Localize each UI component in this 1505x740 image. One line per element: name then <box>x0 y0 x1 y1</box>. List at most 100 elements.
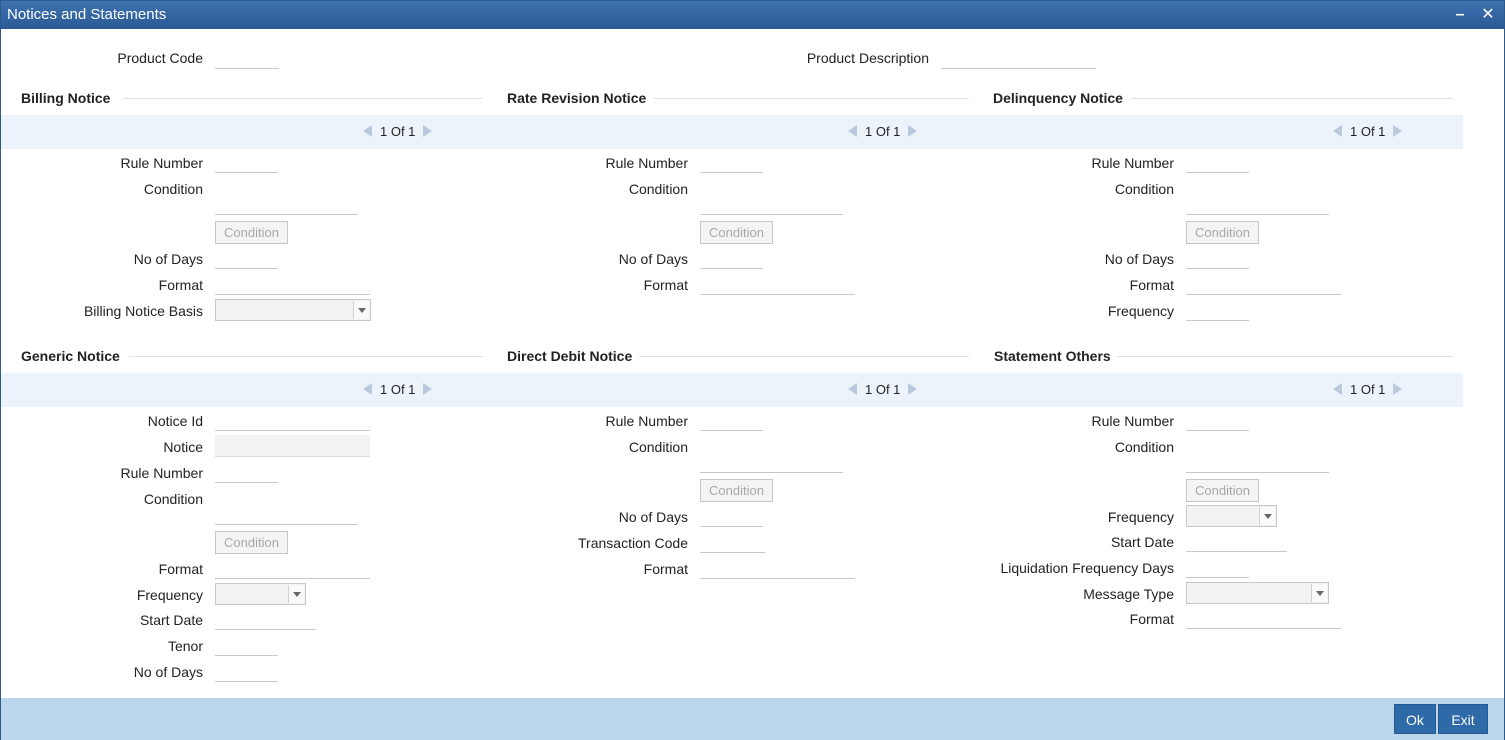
rate-condition-field[interactable] <box>700 193 843 215</box>
prev-record-icon[interactable] <box>363 383 372 395</box>
rate-condition-label: Condition <box>628 181 688 197</box>
billing-no-of-days-field[interactable] <box>215 247 278 269</box>
rate-condition-button[interactable]: Condition <box>700 221 773 244</box>
generic-format-field[interactable] <box>215 557 370 579</box>
dd-transaction-code-field[interactable] <box>700 531 765 553</box>
so-frequency-label: Frequency <box>1107 509 1174 525</box>
billing-notice-basis-label: Billing Notice Basis <box>83 303 203 319</box>
chevron-down-icon[interactable] <box>288 585 304 603</box>
billing-condition-label: Condition <box>143 181 203 197</box>
generic-format-label: Format <box>158 561 203 577</box>
next-record-icon[interactable] <box>423 383 433 395</box>
product-code-field[interactable] <box>215 47 279 69</box>
generic-condition-button[interactable]: Condition <box>215 531 288 554</box>
next-record-icon[interactable] <box>908 383 918 395</box>
delinquency-frequency-field[interactable] <box>1186 299 1249 321</box>
next-record-icon[interactable] <box>908 125 918 137</box>
generic-notice-id-field[interactable] <box>215 409 370 431</box>
chevron-down-icon[interactable] <box>1311 584 1327 602</box>
close-icon[interactable]: ✕ <box>1477 4 1499 26</box>
chevron-down-icon[interactable] <box>353 301 369 319</box>
dd-no-of-days-field[interactable] <box>700 505 763 527</box>
chevron-down-icon[interactable] <box>1259 507 1275 525</box>
next-record-icon[interactable] <box>1393 125 1403 137</box>
delinquency-no-of-days-field[interactable] <box>1186 247 1249 269</box>
billing-format-field[interactable] <box>215 273 370 295</box>
product-description-field[interactable] <box>942 47 1096 69</box>
generic-tenor-field[interactable] <box>215 634 278 656</box>
notices-window: Notices and Statements – ✕ Product Code … <box>0 0 1505 740</box>
generic-condition-field[interactable] <box>215 503 358 525</box>
footer-bar: Ok Exit <box>1 698 1504 740</box>
so-liquidation-frequency-field[interactable] <box>1186 556 1249 578</box>
rate-format-label: Format <box>643 277 688 293</box>
billing-notice-basis-select[interactable] <box>215 299 371 321</box>
rate-revision-pager[interactable]: 1 Of 1 <box>848 115 918 149</box>
prev-record-icon[interactable] <box>363 125 372 137</box>
rate-revision-heading: Rate Revision Notice <box>507 90 647 106</box>
so-condition-button[interactable]: Condition <box>1186 479 1259 502</box>
so-format-field[interactable] <box>1186 607 1341 629</box>
billing-pager[interactable]: 1 Of 1 <box>363 115 433 149</box>
generic-notice-heading: Generic Notice <box>21 348 120 364</box>
generic-rule-number-label: Rule Number <box>120 465 203 481</box>
so-message-type-label: Message Type <box>1083 586 1174 602</box>
rate-no-of-days-field[interactable] <box>700 247 763 269</box>
dd-condition-button[interactable]: Condition <box>700 479 773 502</box>
prev-record-icon[interactable] <box>848 383 857 395</box>
dd-transaction-code-label: Transaction Code <box>578 535 688 551</box>
exit-button[interactable]: Exit <box>1438 704 1488 734</box>
generic-notice-label: Notice <box>163 439 203 455</box>
generic-start-date-field[interactable] <box>215 608 316 630</box>
billing-condition-button[interactable]: Condition <box>215 221 288 244</box>
so-frequency-select[interactable] <box>1186 505 1277 527</box>
window-title: Notices and Statements <box>7 6 167 23</box>
pager-text: 1 Of 1 <box>865 382 901 397</box>
billing-format-label: Format <box>158 277 203 293</box>
prev-record-icon[interactable] <box>848 125 857 137</box>
generic-notice-field <box>215 435 370 457</box>
next-record-icon[interactable] <box>423 125 433 137</box>
dd-rule-number-field[interactable] <box>700 409 763 431</box>
section-divider <box>1117 356 1453 357</box>
dd-format-label: Format <box>643 561 688 577</box>
minimize-icon[interactable]: – <box>1449 4 1471 26</box>
prev-record-icon[interactable] <box>1333 125 1342 137</box>
rate-rule-number-label: Rule Number <box>605 155 688 171</box>
so-start-date-field[interactable] <box>1186 530 1287 552</box>
direct-debit-heading: Direct Debit Notice <box>507 348 633 364</box>
billing-condition-field[interactable] <box>215 193 358 215</box>
rate-format-field[interactable] <box>700 273 855 295</box>
so-rule-number-field[interactable] <box>1186 409 1249 431</box>
pager-text: 1 Of 1 <box>380 382 416 397</box>
section-divider <box>653 98 969 99</box>
rate-rule-number-field[interactable] <box>700 151 763 173</box>
next-record-icon[interactable] <box>1393 383 1403 395</box>
generic-no-of-days-field[interactable] <box>215 660 278 682</box>
delinquency-condition-field[interactable] <box>1186 193 1329 215</box>
prev-record-icon[interactable] <box>1333 383 1342 395</box>
delinquency-condition-button[interactable]: Condition <box>1186 221 1259 244</box>
dd-condition-field[interactable] <box>700 451 843 473</box>
statement-others-pager[interactable]: 1 Of 1 <box>1333 373 1403 407</box>
delinquency-no-of-days-label: No of Days <box>1104 251 1174 267</box>
generic-frequency-select[interactable] <box>215 583 306 605</box>
direct-debit-pager[interactable]: 1 Of 1 <box>848 373 918 407</box>
pager-text: 1 Of 1 <box>1350 124 1386 139</box>
so-condition-label: Condition <box>1114 439 1174 455</box>
pager-text: 1 Of 1 <box>380 124 416 139</box>
so-condition-field[interactable] <box>1186 451 1329 473</box>
billing-rule-number-field[interactable] <box>215 151 278 173</box>
ok-button[interactable]: Ok <box>1394 704 1436 734</box>
generic-pager[interactable]: 1 Of 1 <box>363 373 433 407</box>
dd-rule-number-label: Rule Number <box>605 413 688 429</box>
so-message-type-select[interactable] <box>1186 582 1329 604</box>
delinquency-rule-number-field[interactable] <box>1186 151 1249 173</box>
delinquency-format-field[interactable] <box>1186 273 1341 295</box>
dd-format-field[interactable] <box>700 557 855 579</box>
dd-condition-label: Condition <box>628 439 688 455</box>
delinquency-pager[interactable]: 1 Of 1 <box>1333 115 1403 149</box>
section-divider <box>1131 98 1453 99</box>
generic-rule-number-field[interactable] <box>215 461 278 483</box>
delinquency-heading: Delinquency Notice <box>993 90 1123 106</box>
